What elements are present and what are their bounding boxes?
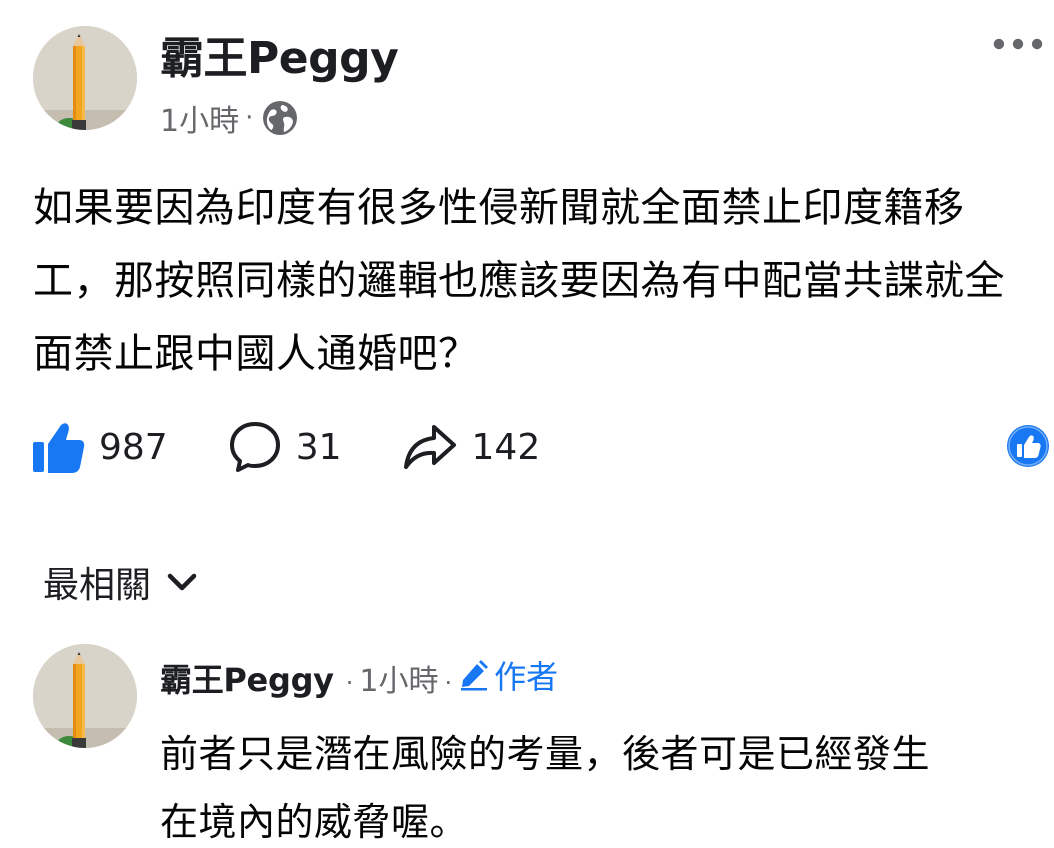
comment-author-avatar[interactable] <box>33 644 137 748</box>
thumbs-up-icon <box>33 423 85 473</box>
comment-text-line: 在境內的威脅喔。 <box>160 800 469 844</box>
comment-text-line: 前者只是潛在風險的考量，後者可是已經發生 <box>160 732 931 776</box>
comment-button[interactable]: 31 <box>228 420 342 474</box>
comment-meta: · 1小時 · <box>340 656 458 700</box>
share-count: 142 <box>471 426 541 468</box>
meta-separator: · <box>345 669 354 697</box>
author-badge: 作者 <box>458 652 558 698</box>
chevron-down-icon <box>167 573 197 591</box>
author-badge-label: 作者 <box>494 658 559 696</box>
more-options-button[interactable] <box>988 26 1048 62</box>
post-text: 如果要因為印度有很多性侵新聞就全面禁止印度籍移工，那按照同樣的邏輯也應該要因為有… <box>33 185 1005 377</box>
author-avatar[interactable] <box>33 26 137 130</box>
comment-text: 前者只是潛在風險的考量，後者可是已經發生 在境內的威脅喔。 <box>160 720 1050 848</box>
comment-author-name[interactable]: 霸王Peggy <box>160 655 334 701</box>
comment-bubble-icon <box>229 422 280 472</box>
meta-separator: · <box>444 669 453 697</box>
like-reaction-badge-icon[interactable] <box>1006 424 1050 468</box>
globe-icon[interactable] <box>261 99 299 137</box>
post-actions: 987 31 142 <box>33 414 600 480</box>
meta-separator: · <box>245 103 254 133</box>
pencil-photo <box>33 26 137 130</box>
pencil-icon <box>461 660 489 691</box>
sort-label: 最相關 <box>43 565 152 606</box>
share-arrow-icon <box>403 425 456 469</box>
comment-sort-dropdown[interactable]: 最相關 <box>43 556 197 608</box>
share-button[interactable]: 142 <box>402 421 541 473</box>
post-meta: 1小時 · <box>160 96 299 140</box>
comment-header: 霸王Peggy · 1小時 · 作者 <box>160 652 558 701</box>
comment-timestamp[interactable]: 1小時 <box>359 664 438 699</box>
more-horizontal-icon <box>993 38 1043 50</box>
post-author-name[interactable]: 霸王Peggy <box>160 22 399 86</box>
pencil-photo <box>33 644 137 748</box>
post-screen: 霸王Peggy 1小時 · 如果要因為印度有很多性侵新聞就全面禁止印度籍移工，那… <box>0 0 1054 848</box>
post-timestamp[interactable]: 1小時 <box>160 96 239 140</box>
like-button[interactable]: 987 <box>33 420 168 474</box>
like-count: 987 <box>99 426 168 468</box>
comment-count: 31 <box>295 426 342 468</box>
